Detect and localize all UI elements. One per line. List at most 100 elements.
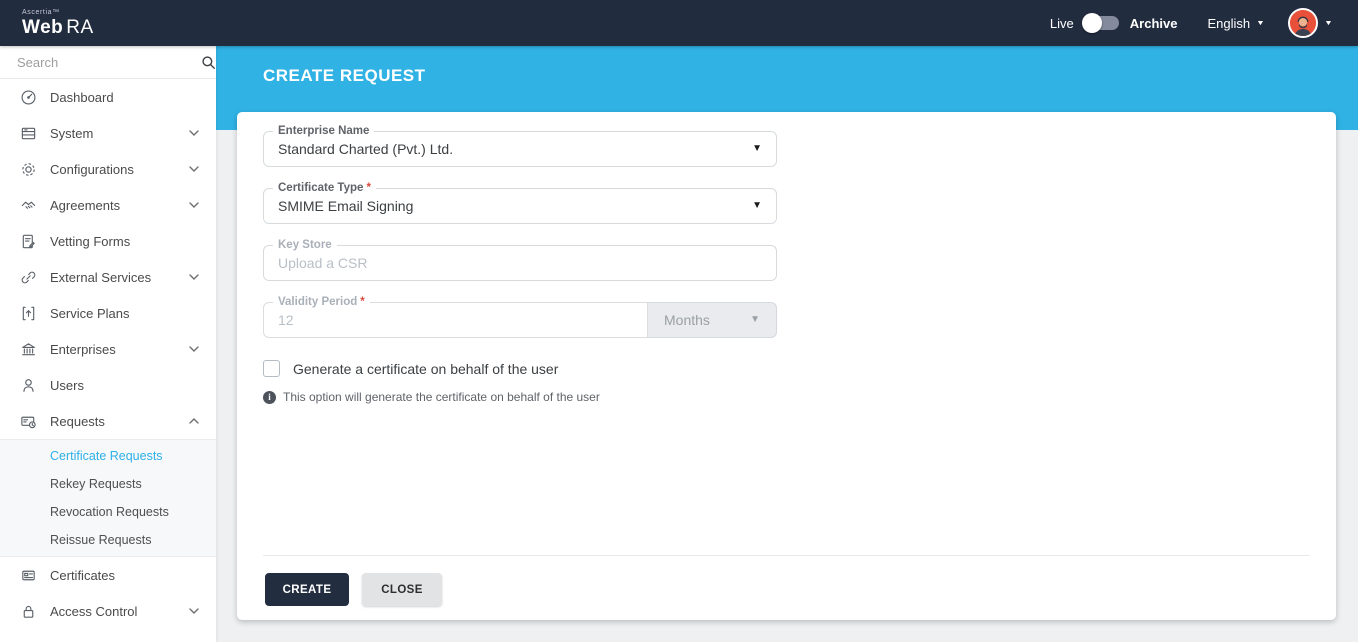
request-card-icon: [20, 413, 37, 430]
chevron-down-icon: [189, 129, 199, 137]
sidebar-item-external-services[interactable]: External Services: [0, 259, 216, 295]
search-input[interactable]: [17, 55, 193, 70]
sidebar-item-rekey-requests[interactable]: Rekey Requests: [0, 470, 216, 498]
key-store-label: Key Store: [273, 238, 337, 252]
page-title: CREATE REQUEST: [263, 66, 426, 86]
live-label: Live: [1050, 16, 1074, 31]
chevron-down-icon: [189, 607, 199, 615]
avatar[interactable]: [1288, 8, 1318, 38]
sidebar-item-label: Vetting Forms: [50, 234, 130, 249]
key-store-input[interactable]: Key Store Upload a CSR: [263, 245, 777, 281]
brand-webra: WebRA: [22, 18, 216, 37]
sidebar-item-configurations[interactable]: Configurations: [0, 151, 216, 187]
enterprise-name-value: Standard Charted (Pvt.) Ltd.: [278, 141, 453, 157]
user-icon: [20, 377, 37, 394]
certificate-type-value: SMIME Email Signing: [278, 198, 413, 214]
sidebar-item-access-control[interactable]: Access Control: [0, 593, 216, 629]
dropdown-caret-icon: [752, 144, 762, 154]
generate-checkbox[interactable]: [263, 360, 280, 377]
gear-icon: [20, 161, 37, 178]
brand-ascertia: Ascertia™: [22, 9, 216, 16]
chevron-down-icon: ▼: [1256, 20, 1265, 27]
sidebar-item-dashboard[interactable]: Dashboard: [0, 79, 216, 115]
toggle-knob[interactable]: [1082, 13, 1102, 33]
footer-divider: [263, 555, 1310, 556]
sidebar-item-label: Users: [50, 378, 84, 393]
language-dropdown[interactable]: English ▼: [1207, 16, 1264, 31]
live-archive-toggle[interactable]: [1085, 16, 1119, 30]
info-row: i This option will generate the certific…: [263, 390, 1310, 404]
required-asterisk: *: [366, 182, 370, 194]
sidebar-nav: Dashboard System Configurations: [0, 79, 216, 629]
certificate-type-label: Certificate Type*: [273, 181, 376, 195]
generate-on-behalf-row: Generate a certificate on behalf of the …: [263, 360, 1310, 377]
close-button[interactable]: CLOSE: [362, 573, 442, 606]
sidebar-item-label: Dashboard: [50, 90, 114, 105]
sidebar-item-service-plans[interactable]: Service Plans: [0, 295, 216, 331]
topbar-actions: Live Archive English ▼ ▼: [1050, 8, 1358, 38]
language-label: English: [1207, 16, 1250, 31]
validity-period-value: 12: [278, 312, 294, 328]
sidebar-item-label: Access Control: [50, 604, 137, 619]
sidebar-item-reissue-requests[interactable]: Reissue Requests: [0, 526, 216, 554]
sidebar-item-enterprises[interactable]: Enterprises: [0, 331, 216, 367]
validity-period-input[interactable]: Validity Period* 12: [263, 302, 648, 338]
dropdown-caret-icon: [752, 201, 762, 211]
dashboard-icon: [20, 89, 37, 106]
chevron-down-icon: [189, 201, 199, 209]
sidebar-item-label: Certificates: [50, 568, 115, 583]
key-store-placeholder: Upload a CSR: [278, 255, 368, 271]
chevron-down-icon: ▼: [1324, 20, 1333, 27]
lock-icon: [20, 603, 37, 620]
sidebar-item-vetting-forms[interactable]: Vetting Forms: [0, 223, 216, 259]
form-icon: [20, 233, 37, 250]
chevron-down-icon: [189, 345, 199, 353]
link-icon: [20, 269, 37, 286]
enterprise-name-select[interactable]: Enterprise Name Standard Charted (Pvt.) …: [263, 131, 777, 167]
sidebar-item-requests[interactable]: Requests: [0, 403, 216, 439]
topbar: Ascertia™ WebRA Live Archive English ▼ ▼: [0, 0, 1358, 46]
enterprise-name-label: Enterprise Name: [273, 124, 374, 138]
sidebar: Dashboard System Configurations: [0, 46, 216, 642]
sidebar-item-certificates[interactable]: Certificates: [0, 557, 216, 593]
sidebar-item-certificate-requests[interactable]: Certificate Requests: [0, 442, 216, 470]
validity-unit-value: Months: [664, 312, 710, 328]
validity-unit-select[interactable]: Months: [648, 302, 777, 338]
sidebar-item-label: Enterprises: [50, 342, 116, 357]
validity-period-label: Validity Period*: [273, 295, 370, 309]
sidebar-item-system[interactable]: System: [0, 115, 216, 151]
generate-checkbox-label: Generate a certificate on behalf of the …: [293, 361, 558, 377]
chevron-down-icon: [189, 165, 199, 173]
requests-submenu: Certificate Requests Rekey Requests Revo…: [0, 439, 216, 557]
certificate-type-select[interactable]: Certificate Type* SMIME Email Signing: [263, 188, 777, 224]
sidebar-item-label: System: [50, 126, 93, 141]
bank-icon: [20, 341, 37, 358]
button-row: CREATE CLOSE: [265, 573, 442, 606]
sidebar-item-label: External Services: [50, 270, 151, 285]
create-button[interactable]: CREATE: [265, 573, 349, 606]
sidebar-item-agreements[interactable]: Agreements: [0, 187, 216, 223]
dropdown-caret-icon: [750, 315, 760, 325]
sidebar-item-label: Agreements: [50, 198, 120, 213]
sidebar-item-label: Requests: [50, 414, 105, 429]
certificate-icon: [20, 567, 37, 584]
handshake-icon: [20, 197, 37, 214]
sidebar-item-revocation-requests[interactable]: Revocation Requests: [0, 498, 216, 526]
system-icon: [20, 125, 37, 142]
create-request-card: Enterprise Name Standard Charted (Pvt.) …: [237, 112, 1336, 620]
chevron-down-icon: [189, 273, 199, 281]
chevron-up-icon: [189, 417, 199, 425]
user-menu[interactable]: ▼: [1288, 8, 1332, 38]
validity-period-group: Validity Period* 12 Months: [263, 302, 777, 338]
sidebar-search: [0, 46, 216, 79]
plan-icon: [20, 305, 37, 322]
search-icon[interactable]: [201, 55, 216, 70]
sidebar-item-users[interactable]: Users: [0, 367, 216, 403]
required-asterisk: *: [360, 296, 364, 308]
sidebar-item-label: Service Plans: [50, 306, 129, 321]
info-text: This option will generate the certificat…: [283, 390, 600, 404]
app-logo: Ascertia™ WebRA: [0, 9, 216, 37]
archive-label: Archive: [1130, 16, 1178, 31]
sidebar-item-label: Configurations: [50, 162, 134, 177]
info-icon: i: [263, 391, 276, 404]
